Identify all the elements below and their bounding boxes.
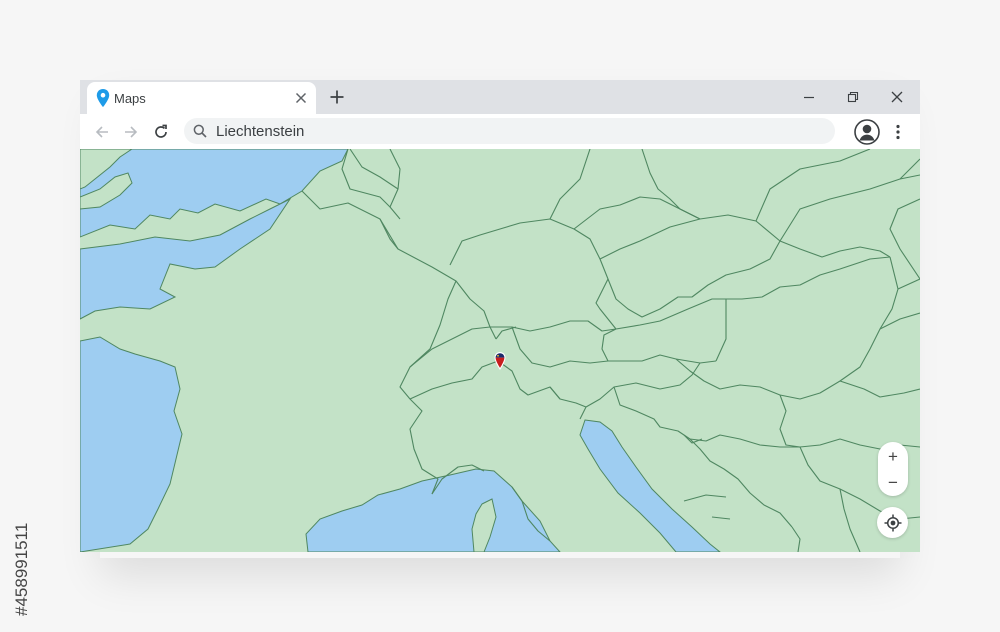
menu-button[interactable] [888,120,908,144]
zoom-in-button[interactable]: + [878,443,908,469]
forward-button[interactable] [119,120,143,144]
europe-map [80,149,920,552]
map-pin-icon [96,89,110,107]
minimize-button[interactable] [796,86,822,108]
tab-maps[interactable]: Maps [87,82,316,114]
my-location-button[interactable] [877,507,908,538]
zoom-out-button[interactable]: − [878,469,908,495]
map-canvas[interactable]: + − [80,149,920,552]
arrow-left-icon [95,126,108,138]
restore-icon [847,91,859,103]
close-icon [891,91,903,103]
browser-window: Maps Liechtenstein + − [80,80,920,552]
tab-title: Maps [114,91,146,106]
close-icon[interactable] [292,89,310,107]
stock-image-id: #458991511 [12,522,31,616]
more-vertical-icon [896,124,900,140]
account-icon[interactable] [854,119,880,145]
restore-button[interactable] [840,86,866,108]
reload-icon [155,124,167,138]
toolbar: Liechtenstein [80,114,920,149]
address-bar[interactable]: Liechtenstein [184,118,835,144]
zoom-control: + − [878,442,908,496]
new-tab-button[interactable] [326,86,348,108]
my-location-icon [884,514,901,531]
reload-button[interactable] [149,120,173,144]
window-close-button[interactable] [884,86,910,108]
arrow-right-icon [125,126,138,138]
search-icon [193,124,207,138]
back-button[interactable] [90,120,114,144]
address-input[interactable]: Liechtenstein [216,123,304,140]
minimize-icon [804,96,814,99]
tab-bar: Maps [80,80,920,114]
plus-icon [330,90,344,104]
